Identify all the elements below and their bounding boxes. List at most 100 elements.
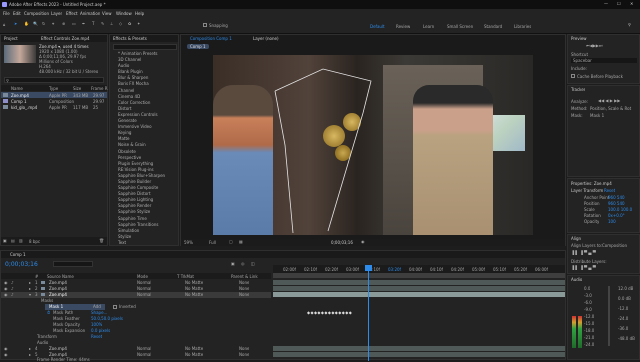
playhead-handle[interactable]: [365, 265, 372, 271]
col-frame-rate[interactable]: Frame R: [91, 86, 108, 91]
layer-duration-bar[interactable]: [273, 280, 565, 285]
transform-group[interactable]: Transform: [37, 334, 57, 339]
trkmat-dropdown[interactable]: No Matte: [185, 352, 203, 358]
col-name[interactable]: Name: [11, 86, 23, 91]
mask-dropdown[interactable]: Mask 1: [590, 113, 604, 118]
workspace-small-screen[interactable]: Small Screen: [447, 24, 473, 29]
visibility-eye-icon[interactable]: ◉: [4, 352, 8, 358]
effect-category[interactable]: Text: [110, 240, 178, 246]
col-track-matte[interactable]: T TrkMat: [177, 274, 194, 279]
selection-tool-icon[interactable]: ➤: [14, 21, 17, 26]
cache-checkbox[interactable]: [571, 74, 575, 78]
rectangle-tool-icon[interactable]: ▭: [72, 21, 76, 26]
mask-expansion-value[interactable]: 0.0 pixels: [91, 328, 110, 333]
prop-value[interactable]: 100: [608, 219, 616, 224]
mode-dropdown[interactable]: Normal: [137, 292, 151, 298]
prop-value[interactable]: 960 540: [608, 201, 625, 206]
clone-tool-icon[interactable]: ⊥: [110, 21, 113, 26]
masks-group[interactable]: Masks: [41, 298, 53, 303]
parent-dropdown[interactable]: None: [239, 292, 249, 298]
last-frame-icon[interactable]: ⏭: [599, 43, 603, 48]
menu-composition[interactable]: Composition: [24, 11, 49, 16]
distribute-buttons[interactable]: ▐ ▌ ▐ ▀ ▄ ▀: [571, 265, 596, 270]
timeline-search-input[interactable]: [53, 261, 93, 267]
menu-layer[interactable]: Layer: [51, 11, 62, 16]
layer-duration-bar[interactable]: [273, 286, 565, 291]
collapse-arrow-icon[interactable]: ▾: [29, 292, 31, 298]
effect-controls-tab[interactable]: Effect Controls Zoe.mp4: [41, 35, 90, 42]
bit-depth[interactable]: 8 bpc: [29, 239, 40, 244]
playhead-line[interactable]: [368, 265, 369, 361]
zoom-tool-icon[interactable]: 🔍: [33, 21, 38, 26]
close-button[interactable]: ✕: [630, 1, 633, 6]
new-composition-icon[interactable]: ▥: [19, 238, 23, 243]
workspace-review[interactable]: Review: [396, 24, 410, 29]
layer-duration-bar[interactable]: [273, 346, 565, 351]
eraser-tool-icon[interactable]: ◇: [119, 21, 122, 26]
layer-duration-bar[interactable]: [273, 352, 565, 357]
parent-dropdown[interactable]: None: [239, 352, 249, 358]
workspace-libraries[interactable]: Libraries: [514, 24, 531, 29]
motion-blur-icon[interactable]: ◎: [241, 261, 245, 266]
audio-icon[interactable]: ♪: [11, 292, 14, 298]
type-tool-icon[interactable]: T: [92, 21, 94, 26]
new-folder-icon[interactable]: ▤: [11, 238, 15, 243]
snapping-checkbox[interactable]: [203, 23, 207, 27]
menu-window[interactable]: Window: [116, 11, 132, 16]
project-tab[interactable]: Project: [4, 36, 18, 41]
menu-animation[interactable]: Animation: [80, 11, 100, 16]
puppet-tool-icon[interactable]: ✦: [137, 21, 140, 26]
timeline-tab[interactable]: Comp 1: [10, 252, 26, 257]
reset-link[interactable]: Reset: [604, 188, 615, 193]
maximize-button[interactable]: ☐: [617, 1, 621, 6]
mask-mode-dropdown[interactable]: Add: [93, 304, 101, 309]
composition-canvas[interactable]: [213, 55, 533, 235]
timeline-current-time[interactable]: 0;00;03;16: [5, 261, 38, 268]
trkmat-dropdown[interactable]: No Matte: [185, 292, 203, 298]
search-help-icon[interactable]: ⚲: [628, 22, 631, 27]
pen-tool-icon[interactable]: ✒: [82, 21, 85, 26]
trash-icon[interactable]: 🗑: [99, 238, 104, 243]
align-to-dropdown[interactable]: Composition: [602, 243, 627, 248]
rotate-tool-icon[interactable]: ↻: [42, 21, 45, 26]
shortcut-dropdown[interactable]: Spacebar: [571, 58, 637, 63]
visibility-eye-icon[interactable]: ◉: [4, 292, 8, 298]
camera-tool-icon[interactable]: ⌖: [52, 21, 54, 26]
prop-value[interactable]: 100.0 100.0: [608, 207, 632, 212]
project-item-row[interactable]: kid_glo_.mp4 Apple PR 117 MB 25: [1, 104, 107, 110]
mode-dropdown[interactable]: Normal: [137, 352, 151, 358]
menu-effect[interactable]: Effect: [66, 11, 78, 16]
workspace-standard[interactable]: Standard: [484, 24, 502, 29]
mask-path-overlay[interactable]: [213, 55, 533, 235]
col-parent[interactable]: Parent & Link: [231, 274, 258, 279]
menu-edit[interactable]: Edit: [13, 11, 21, 16]
menu-view[interactable]: View: [102, 11, 112, 16]
mask-path-keyframes[interactable]: ◆◆◆◆◆◆◆◆◆◆◆◆◆: [307, 310, 369, 315]
mask-opacity-value[interactable]: 100%: [91, 322, 102, 327]
col-source-name[interactable]: Source Name: [47, 274, 74, 279]
col-mode[interactable]: Mode: [137, 274, 148, 279]
col-type[interactable]: Type: [49, 86, 58, 91]
work-area-bar[interactable]: [273, 273, 565, 278]
hand-tool-icon[interactable]: ✋: [24, 21, 29, 26]
layer-duration-bar-selected[interactable]: [273, 292, 565, 297]
viewer-time[interactable]: 0;00;03;16: [331, 240, 353, 245]
effects-presets-tab[interactable]: Effects & Presets: [113, 36, 147, 41]
region-of-interest-icon[interactable]: ▢: [229, 239, 233, 244]
draft-3d-icon[interactable]: ▣: [231, 261, 235, 266]
roto-brush-icon[interactable]: ✿: [128, 21, 131, 26]
composition-tab[interactable]: Composition Comp 1: [190, 36, 232, 41]
graph-editor-icon[interactable]: ◫: [251, 261, 255, 266]
workspace-learn[interactable]: Learn: [423, 24, 434, 29]
layer-tab[interactable]: Layer (none): [253, 35, 279, 42]
time-ruler[interactable]: 02:00f 02:10f 02:20f 03:00f 03:10f 03:20…: [273, 265, 565, 273]
workspace-default[interactable]: Default: [370, 24, 385, 29]
transform-reset[interactable]: Reset: [91, 334, 102, 339]
project-search-input[interactable]: ⚲: [4, 77, 104, 83]
comp-breadcrumb[interactable]: Comp 1: [187, 44, 209, 49]
prop-value[interactable]: 960 540: [608, 195, 625, 200]
analyze-controls[interactable]: ◀◀ ◀ ▶ ▶▶: [598, 98, 620, 103]
transparency-grid-icon[interactable]: ▦: [239, 239, 243, 244]
pan-behind-tool-icon[interactable]: ⊕: [62, 21, 65, 26]
home-icon[interactable]: ⌂: [3, 22, 6, 27]
